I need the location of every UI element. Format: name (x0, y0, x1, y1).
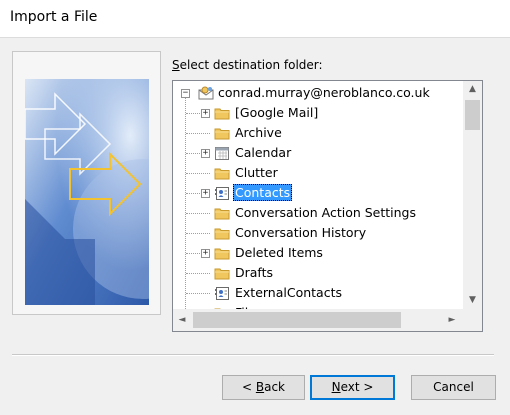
tree-item-label: conrad.murray@neroblanco.co.uk (218, 85, 430, 100)
scroll-left-arrow-icon[interactable]: ◄ (173, 309, 191, 331)
cancel-button[interactable]: Cancel (411, 375, 496, 400)
folder-tree-rows: − conrad.murray@neroblanco.co.uk + [Google … (173, 81, 463, 309)
tree-connector-line (186, 233, 210, 234)
tree-item-label: [Google Mail] (235, 105, 319, 120)
tree-item[interactable]: + Calendar (173, 143, 463, 163)
horizontal-scroll-thumb[interactable] (193, 312, 401, 328)
tree-item-label: Deleted Items (235, 245, 323, 260)
destination-prompt: Select destination folder: (172, 58, 323, 72)
collapse-icon[interactable]: − (181, 89, 190, 98)
contacts-icon (214, 286, 230, 300)
tree-item-label: Conversation History (235, 225, 367, 240)
expand-icon[interactable]: + (201, 149, 210, 158)
tree-item[interactable]: + Contacts (173, 183, 463, 203)
scroll-down-arrow-icon[interactable]: ▼ (463, 292, 482, 309)
tree-item[interactable]: Archive (173, 123, 463, 143)
folder-icon (214, 226, 230, 240)
tree-item[interactable]: Conversation Action Settings (173, 203, 463, 223)
tree-item[interactable]: Clutter (173, 163, 463, 183)
tree-connector-line (186, 173, 210, 174)
back-button[interactable]: < Back (222, 375, 305, 400)
account-icon (197, 86, 214, 100)
scrollbar-corner (463, 309, 482, 331)
next-button[interactable]: Next > (310, 375, 395, 400)
folder-icon (214, 246, 230, 260)
wizard-graphic (25, 79, 149, 305)
tree-item[interactable]: + Deleted Items (173, 243, 463, 263)
tree-item[interactable]: ExternalContacts (173, 283, 463, 303)
folder-icon (214, 126, 230, 140)
tree-connector-line (186, 133, 210, 134)
tree-item[interactable]: Drafts (173, 263, 463, 283)
window-title: Import a File (10, 9, 98, 25)
folder-icon (214, 106, 230, 120)
scroll-right-arrow-icon[interactable]: ► (443, 309, 461, 331)
tree-item-label: Calendar (235, 145, 292, 160)
tree-connector-line (186, 293, 210, 294)
wizard-side-panel (12, 51, 161, 315)
calendar-icon (214, 146, 230, 160)
tree-item[interactable]: + [Google Mail] (173, 103, 463, 123)
vertical-scroll-thumb[interactable] (465, 100, 480, 130)
tree-item[interactable]: Conversation History (173, 223, 463, 243)
tree-connector-line (186, 213, 210, 214)
tree-item-label: Clutter (235, 165, 278, 180)
title-bar: Import a File (0, 0, 510, 38)
folder-icon (214, 166, 230, 180)
tree-item-label: Contacts (233, 184, 293, 201)
tree-connector-line (186, 273, 210, 274)
horizontal-scrollbar[interactable]: ◄ ► (173, 309, 463, 331)
vertical-scrollbar[interactable]: ▲ ▼ (463, 81, 482, 309)
footer-separator (12, 354, 494, 356)
folder-icon (214, 266, 230, 280)
tree-root-account[interactable]: − conrad.murray@neroblanco.co.uk (173, 83, 463, 103)
contacts-icon (214, 186, 230, 200)
tree-item-label: ExternalContacts (235, 285, 343, 300)
tree-item-label: Archive (235, 125, 282, 140)
expand-icon[interactable]: + (201, 109, 210, 118)
folder-icon (214, 206, 230, 220)
scroll-up-arrow-icon[interactable]: ▲ (463, 81, 482, 98)
folder-tree[interactable]: − conrad.murray@neroblanco.co.uk + [Google … (172, 80, 483, 332)
expand-icon[interactable]: + (201, 189, 210, 198)
tree-item-label: Drafts (235, 265, 274, 280)
expand-icon[interactable]: + (201, 249, 210, 258)
tree-item-label: Conversation Action Settings (235, 205, 417, 220)
